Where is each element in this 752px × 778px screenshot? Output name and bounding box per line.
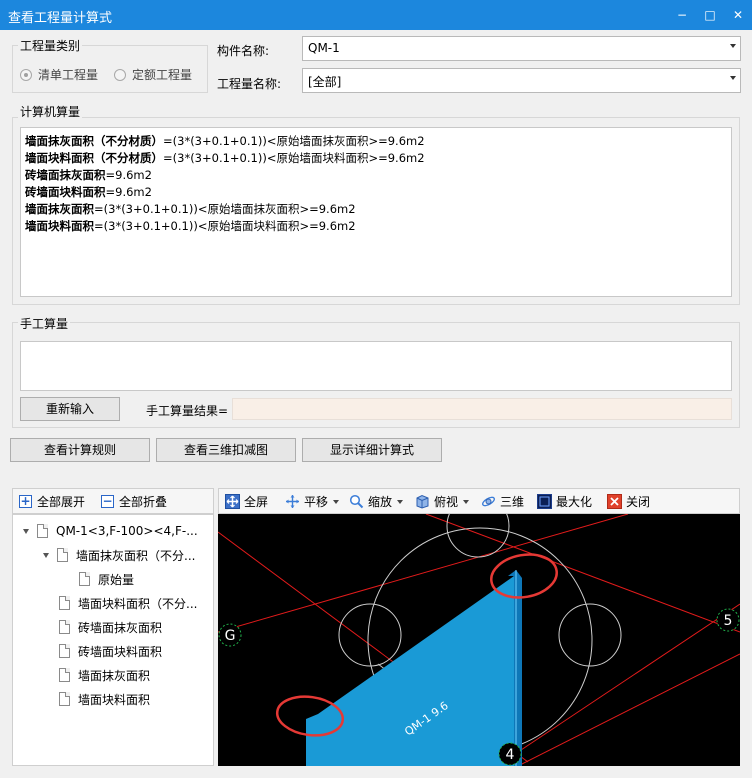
document-icon	[57, 548, 68, 562]
tree-node-item[interactable]: 砖墙面抹灰面积	[59, 617, 162, 637]
document-icon	[59, 596, 70, 610]
show-detail-formula-button[interactable]: 显示详细计算式	[302, 438, 442, 462]
pan-button[interactable]: 平移	[285, 493, 340, 510]
quantity-name-label: 工程量名称:	[217, 77, 282, 91]
close-icon	[607, 494, 622, 509]
document-icon	[59, 692, 70, 706]
calc-line: 墙面块料面积=(3*(3+0.1+0.1))<原始墙面块料面积>=9.6m2	[25, 219, 356, 233]
manual-result-field[interactable]	[232, 398, 732, 420]
window-title: 查看工程量计算式	[8, 11, 113, 26]
3d-viewport[interactable]: QM-1 9.6 G 5 4	[218, 514, 740, 766]
component-name-select[interactable]: QM-1	[302, 36, 741, 61]
tree-node-item[interactable]: 墙面块料面积（不分...	[59, 593, 197, 613]
view-toolbar: 全屏 平移 缩放 俯视 三维 最大化 关闭	[218, 488, 740, 514]
plus-icon: +	[19, 494, 32, 508]
pan-icon	[286, 495, 299, 508]
tree-node-root[interactable]: QM-1<3,F-100><4,F-...	[23, 521, 198, 541]
radio-label: 定额工程量	[132, 68, 193, 82]
tree-node-item[interactable]: 墙面块料面积	[59, 689, 150, 709]
tree-node-original[interactable]: 原始量	[79, 569, 134, 589]
axis-label-g: G	[225, 628, 236, 644]
top-view-icon	[416, 494, 429, 509]
tree-node-item[interactable]: 砖墙面块料面积	[59, 641, 162, 661]
fullscreen-icon	[225, 494, 240, 509]
title-bar: 查看工程量计算式 − □ ✕	[0, 0, 752, 30]
tree-toolbar: + 全部展开 − 全部折叠	[12, 488, 214, 514]
manual-result-label: 手工算量结果=	[146, 404, 229, 418]
3d-view-button[interactable]: 三维	[481, 493, 524, 510]
document-icon	[59, 668, 70, 682]
close-view-button[interactable]: 关闭	[607, 493, 650, 510]
maximize-view-button[interactable]: 最大化	[537, 493, 592, 510]
chevron-down-icon	[463, 499, 470, 504]
tree-node-item[interactable]: 墙面抹灰面积	[59, 665, 150, 685]
expand-arrow-icon[interactable]	[23, 528, 29, 534]
3d-orbit-icon	[482, 496, 495, 507]
document-icon	[37, 524, 48, 538]
tree-node-group[interactable]: 墙面抹灰面积（不分...	[43, 545, 195, 565]
zoom-icon	[349, 494, 364, 509]
component-name-label: 构件名称:	[217, 44, 270, 58]
computer-calc-legend: 计算机算量	[18, 103, 83, 120]
manual-calc-legend: 手工算量	[18, 315, 71, 332]
column-circle	[558, 603, 622, 667]
computer-calc-text[interactable]: 墙面抹灰面积（不分材质）=(3*(3+0.1+0.1))<原始墙面抹灰面积>=9…	[20, 127, 732, 297]
minimize-button[interactable]: −	[670, 4, 694, 26]
quantity-type-legend: 工程量类别	[18, 37, 83, 54]
calc-line: 墙面抹灰面积=(3*(3+0.1+0.1))<原始墙面抹灰面积>=9.6m2	[25, 202, 356, 216]
viewport-canvas[interactable]: QM-1 9.6 G 5 4	[218, 514, 740, 766]
collapse-all-button[interactable]: − 全部折叠	[101, 493, 167, 510]
chevron-down-icon	[730, 44, 736, 48]
close-button[interactable]: ✕	[726, 4, 750, 26]
radio-bill-quantity[interactable]: 清单工程量	[20, 66, 98, 83]
top-view-button[interactable]: 俯视	[415, 493, 470, 510]
collapse-all-label: 全部折叠	[119, 495, 168, 509]
minus-icon: −	[101, 494, 114, 508]
column-circle	[338, 603, 402, 667]
calc-line: 墙面抹灰面积（不分材质）=(3*(3+0.1+0.1))<原始墙面抹灰面积>=9…	[25, 134, 425, 148]
zoom-button[interactable]: 缩放	[349, 493, 404, 510]
chevron-down-icon	[397, 499, 404, 504]
expand-all-button[interactable]: + 全部展开	[19, 493, 85, 510]
fullscreen-button[interactable]: 全屏	[225, 493, 268, 510]
view-3d-deduction-button[interactable]: 查看三维扣减图	[156, 438, 296, 462]
component-tree: QM-1<3,F-100><4,F-... 墙面抹灰面积（不分... 原始量 墙…	[12, 514, 214, 766]
axis-line	[517, 603, 740, 753]
manual-calc-input[interactable]	[20, 341, 732, 391]
axis-line	[517, 653, 740, 766]
radio-indicator	[20, 68, 32, 81]
calc-line: 墙面块料面积（不分材质）=(3*(3+0.1+0.1))<原始墙面块料面积>=9…	[25, 151, 425, 165]
quantity-name-value: [全部]	[308, 75, 342, 89]
document-icon	[59, 620, 70, 634]
expand-all-label: 全部展开	[37, 495, 86, 509]
radio-quota-quantity[interactable]: 定额工程量	[114, 66, 192, 83]
maximize-icon	[537, 494, 552, 509]
radio-label: 清单工程量	[38, 68, 99, 82]
axis-label-4: 4	[506, 747, 515, 763]
calc-line: 砖墙面抹灰面积=9.6m2	[25, 168, 152, 182]
quantity-name-select[interactable]: [全部]	[302, 68, 741, 93]
document-icon	[79, 572, 90, 586]
component-name-value: QM-1	[308, 41, 340, 55]
calc-line: 砖墙面块料面积=9.6m2	[25, 185, 152, 199]
document-icon	[59, 644, 70, 658]
radio-indicator	[114, 68, 126, 81]
chevron-down-icon	[730, 76, 736, 80]
reinput-button[interactable]: 重新输入	[20, 397, 120, 421]
expand-arrow-icon[interactable]	[43, 552, 49, 558]
maximize-button[interactable]: □	[698, 4, 722, 26]
axis-label-5: 5	[724, 613, 733, 629]
view-calc-rules-button[interactable]: 查看计算规则	[10, 438, 150, 462]
chevron-down-icon	[333, 499, 340, 504]
